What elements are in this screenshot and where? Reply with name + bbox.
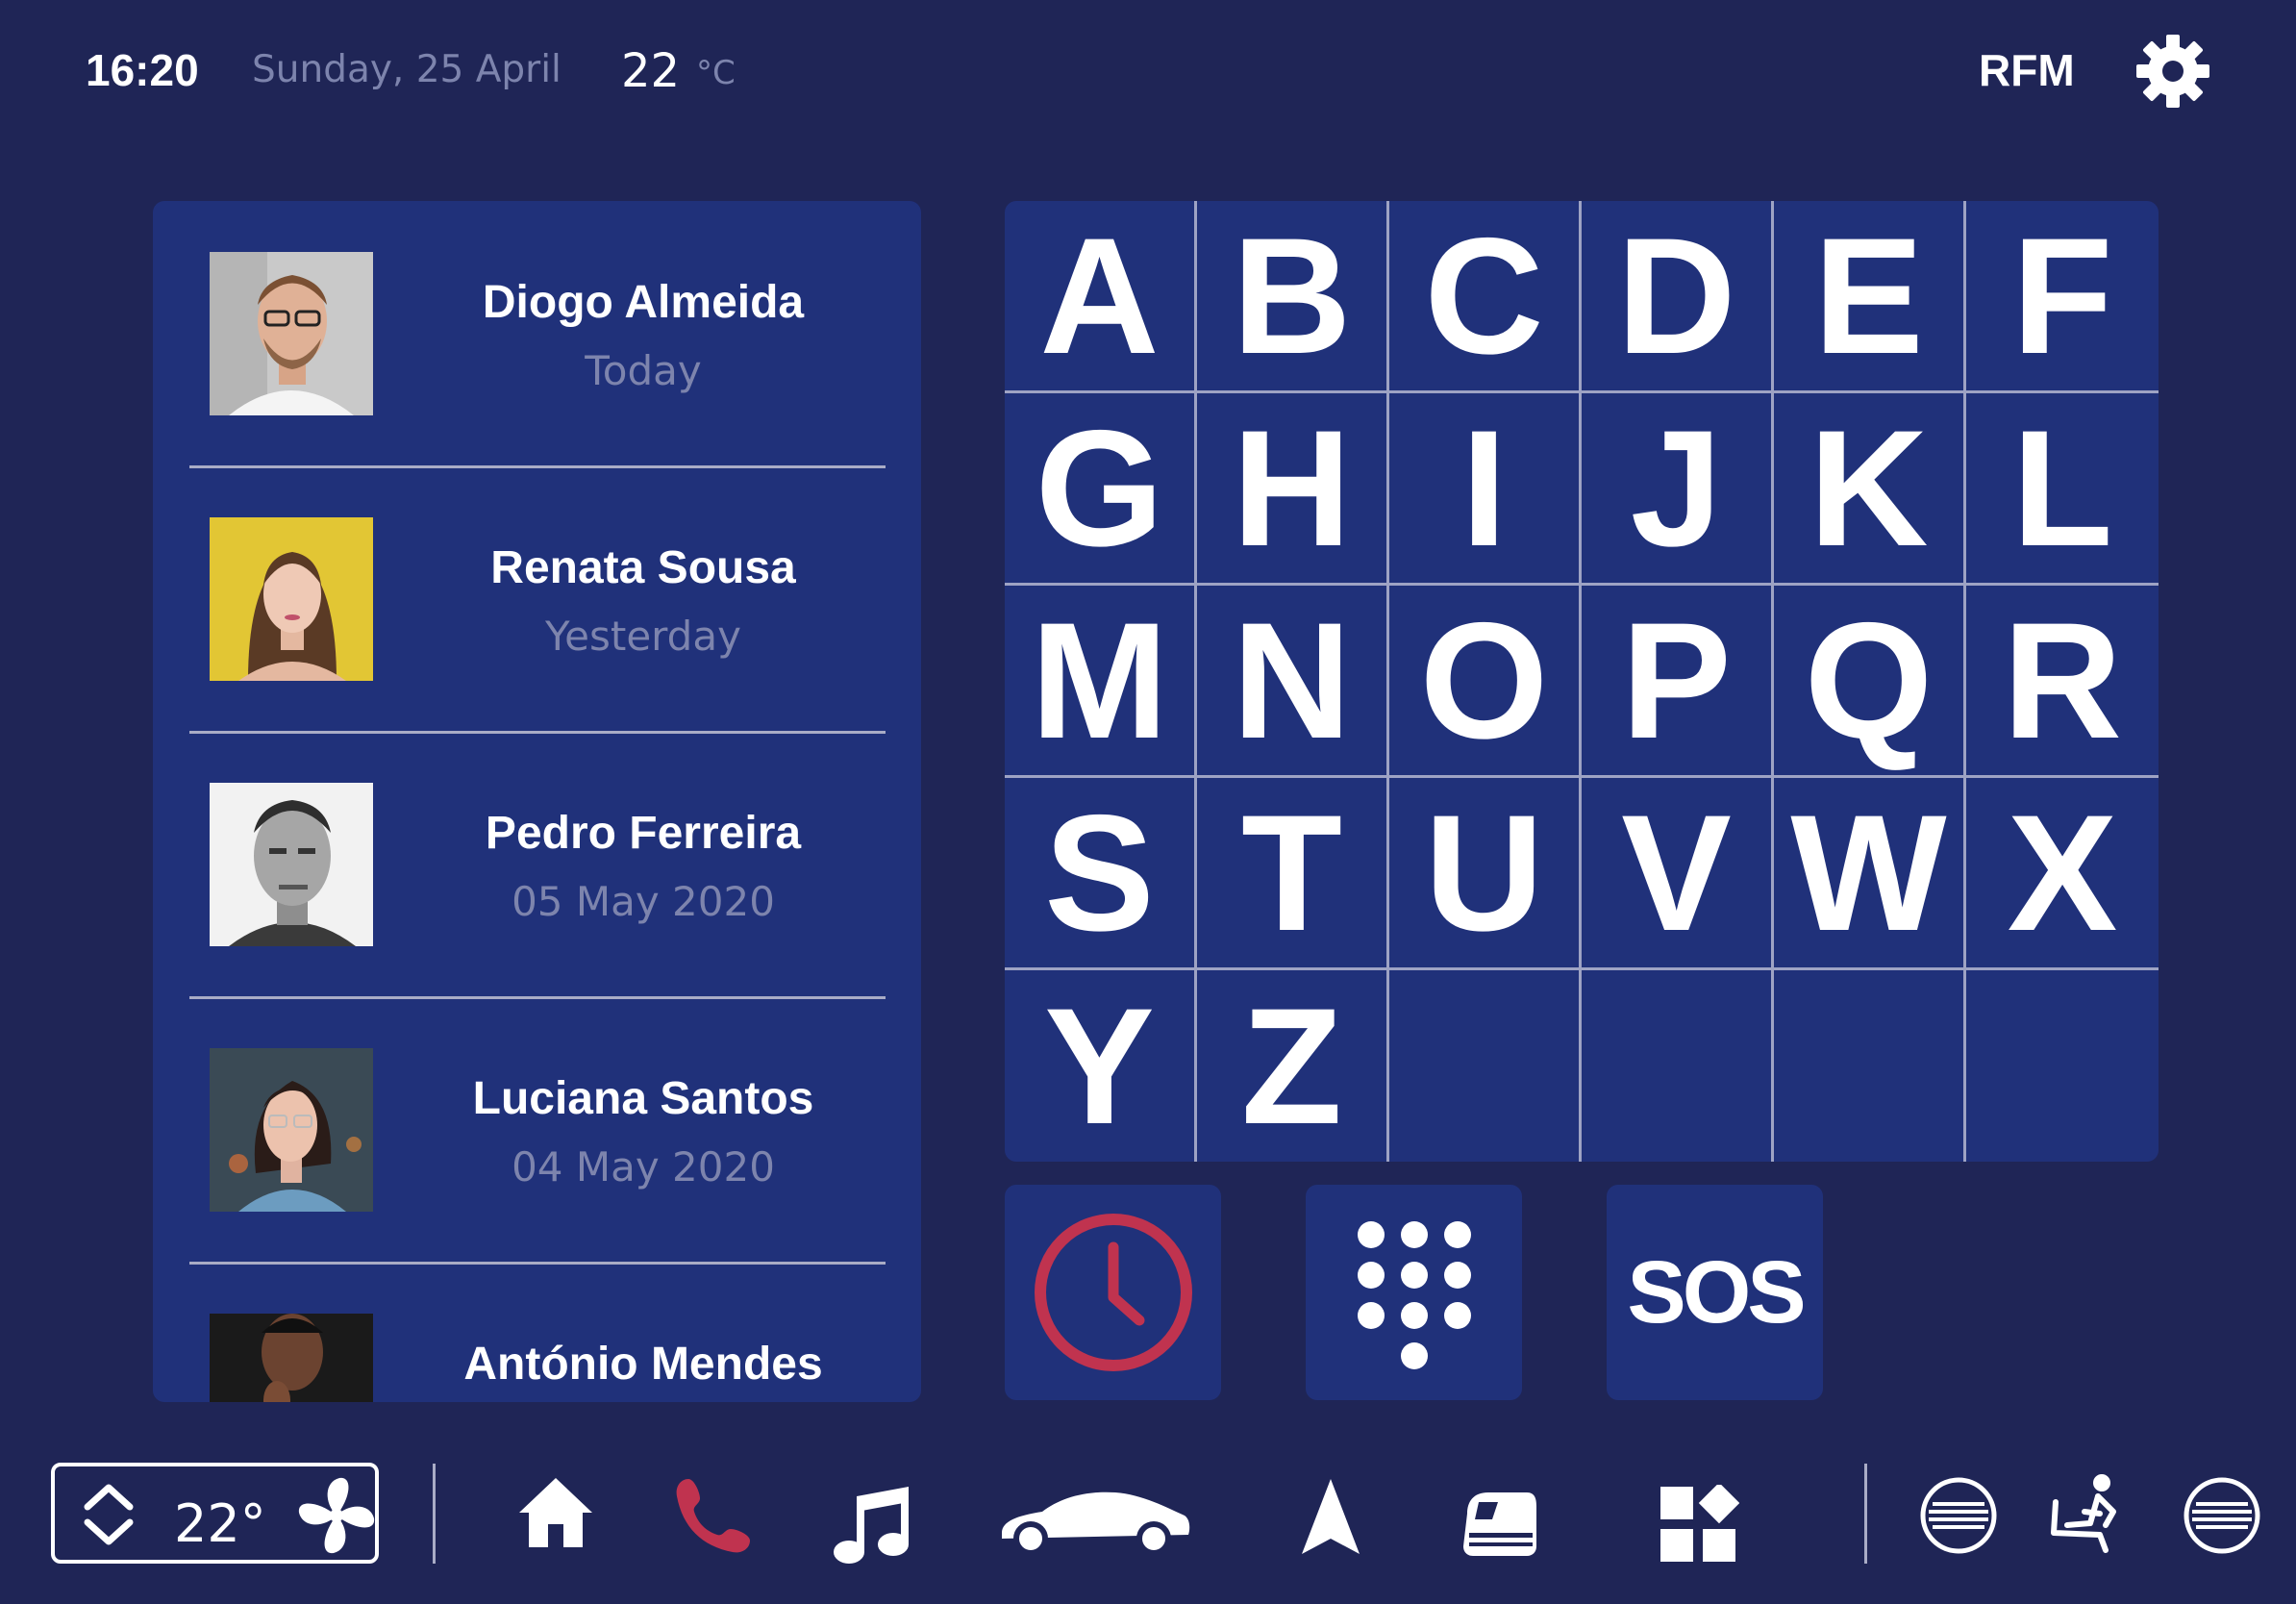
key-y[interactable]: Y bbox=[1005, 970, 1197, 1162]
key-s[interactable]: S bbox=[1005, 778, 1197, 970]
key-q[interactable]: Q bbox=[1774, 586, 1966, 778]
call-date: Yesterday bbox=[545, 613, 741, 660]
call-date: 04 May 2020 bbox=[512, 1143, 775, 1190]
avatar bbox=[210, 252, 373, 415]
seat-heat-right-icon[interactable] bbox=[2183, 1476, 2261, 1555]
key-t[interactable]: T bbox=[1197, 778, 1389, 970]
apps-icon[interactable] bbox=[1659, 1485, 1739, 1564]
sos-button[interactable]: SOS bbox=[1607, 1185, 1823, 1400]
key-empty bbox=[1774, 970, 1966, 1162]
date-label: Sunday, 25 April bbox=[252, 48, 562, 91]
key-b[interactable]: B bbox=[1197, 201, 1389, 393]
key-z[interactable]: Z bbox=[1197, 970, 1389, 1162]
recent-call-item[interactable]: Luciana Santos 04 May 2020 bbox=[153, 997, 921, 1263]
bar-separator bbox=[433, 1464, 436, 1564]
contact-name: António Mendes bbox=[463, 1339, 823, 1390]
dialpad-button[interactable] bbox=[1306, 1185, 1522, 1400]
contact-name: Luciana Santos bbox=[472, 1073, 814, 1124]
key-k[interactable]: K bbox=[1774, 393, 1966, 586]
music-icon[interactable] bbox=[830, 1483, 912, 1566]
contact-name: Renata Sousa bbox=[490, 542, 796, 593]
call-date: 05 May 2020 bbox=[512, 878, 775, 925]
fan-icon[interactable] bbox=[295, 1474, 378, 1557]
key-o[interactable]: O bbox=[1389, 586, 1582, 778]
phone-icon[interactable] bbox=[673, 1475, 754, 1556]
recent-call-item[interactable]: António Mendes bbox=[153, 1263, 921, 1402]
seat-heat-left-icon[interactable] bbox=[1919, 1476, 1998, 1555]
call-history-button[interactable] bbox=[1005, 1185, 1221, 1400]
key-r[interactable]: R bbox=[1966, 586, 2159, 778]
clock-time: 16:20 bbox=[86, 45, 199, 95]
seat-icon[interactable] bbox=[2046, 1473, 2129, 1556]
home-icon[interactable] bbox=[515, 1474, 596, 1551]
key-w[interactable]: W bbox=[1774, 778, 1966, 970]
key-d[interactable]: D bbox=[1582, 201, 1774, 393]
key-g[interactable]: G bbox=[1005, 393, 1197, 586]
key-empty bbox=[1966, 970, 2159, 1162]
recent-call-item[interactable]: Pedro Ferreira 05 May 2020 bbox=[153, 732, 921, 997]
key-j[interactable]: J bbox=[1582, 393, 1774, 586]
recent-calls-panel[interactable]: Diogo Almeida Today Renata Sousa Yesterd… bbox=[153, 201, 921, 1402]
outside-temperature: 22 bbox=[621, 44, 681, 98]
key-e[interactable]: E bbox=[1774, 201, 1966, 393]
temperature-unit: °C bbox=[696, 54, 736, 92]
key-u[interactable]: U bbox=[1389, 778, 1582, 970]
navigation-icon[interactable] bbox=[1300, 1477, 1361, 1558]
status-bar: 16:20 Sunday, 25 April 22 °C RFM bbox=[0, 0, 2296, 144]
dialpad-icon bbox=[1357, 1221, 1471, 1369]
bar-separator bbox=[1864, 1464, 1867, 1564]
key-empty bbox=[1582, 970, 1774, 1162]
cabin-temperature: 22° bbox=[174, 1493, 266, 1554]
key-x[interactable]: X bbox=[1966, 778, 2159, 970]
climate-control[interactable]: 22° bbox=[51, 1463, 379, 1564]
chevron-updown-icon[interactable] bbox=[80, 1480, 137, 1549]
train-icon[interactable] bbox=[1460, 1489, 1538, 1558]
key-i[interactable]: I bbox=[1389, 393, 1582, 586]
key-l[interactable]: L bbox=[1966, 393, 2159, 586]
avatar bbox=[210, 1314, 373, 1402]
car-icon[interactable] bbox=[998, 1485, 1192, 1554]
recent-call-item[interactable]: Renata Sousa Yesterday bbox=[153, 466, 921, 732]
key-a[interactable]: A bbox=[1005, 201, 1197, 393]
clock-icon bbox=[1034, 1214, 1192, 1371]
key-c[interactable]: C bbox=[1389, 201, 1582, 393]
key-p[interactable]: P bbox=[1582, 586, 1774, 778]
avatar bbox=[210, 1048, 373, 1212]
key-m[interactable]: M bbox=[1005, 586, 1197, 778]
key-h[interactable]: H bbox=[1197, 393, 1389, 586]
avatar bbox=[210, 517, 373, 681]
recent-call-item[interactable]: Diogo Almeida Today bbox=[153, 201, 921, 466]
radio-source[interactable]: RFM bbox=[1979, 44, 2075, 96]
key-f[interactable]: F bbox=[1966, 201, 2159, 393]
avatar bbox=[210, 783, 373, 946]
key-v[interactable]: V bbox=[1582, 778, 1774, 970]
key-n[interactable]: N bbox=[1197, 586, 1389, 778]
contact-name: Diogo Almeida bbox=[482, 277, 805, 328]
alphabet-keyboard: A B C D E F G H I J K L M N O P Q R S T … bbox=[1005, 201, 2159, 1162]
gear-icon[interactable] bbox=[2134, 33, 2211, 110]
sos-label: SOS bbox=[1627, 1242, 1806, 1341]
key-empty bbox=[1389, 970, 1582, 1162]
contact-name: Pedro Ferreira bbox=[485, 808, 802, 859]
call-date: Today bbox=[585, 347, 702, 394]
